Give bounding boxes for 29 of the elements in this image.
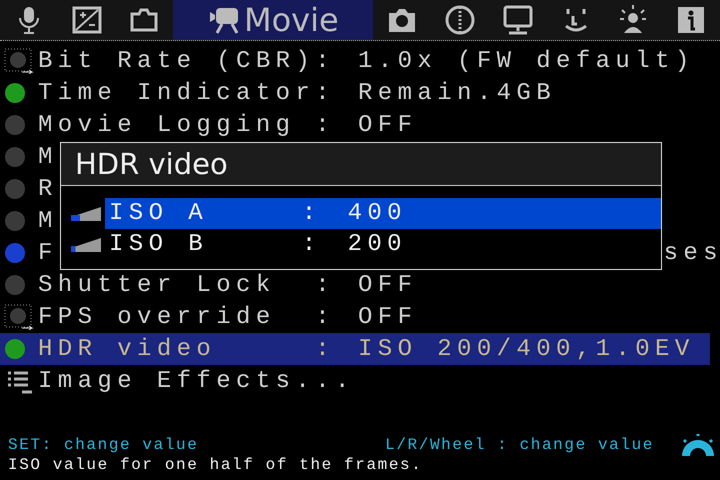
separator-colon: : (302, 200, 322, 227)
menu-label: M (38, 208, 58, 234)
menu-value: OFF (358, 304, 418, 330)
dialog-item-label: ISO A (109, 200, 208, 227)
menu-value: Remain.4GB (358, 80, 556, 106)
menu-value: ISO 200/400,1.0EV (358, 336, 695, 362)
set-hint: SET: change value (8, 436, 198, 454)
menu-label: HDR video : (38, 336, 336, 362)
wheel-hint: L/R/Wheel : change value (385, 436, 654, 454)
menu-value: ses (664, 240, 720, 266)
menu-label: Bit Rate (CBR): (38, 48, 336, 74)
menu-label: R (38, 176, 58, 202)
dialog-title: HDR video (61, 143, 661, 186)
menu-label: Movie Logging : (38, 112, 336, 138)
menu-label: Shutter Lock : (38, 272, 336, 298)
menu-label: Time Indicator: (38, 80, 336, 106)
menu-label: FPS override : (38, 304, 336, 330)
menu-value: OFF (358, 272, 418, 298)
dialog-item-value: 200 (348, 231, 407, 258)
help-text: ISO value for one half of the frames. (8, 456, 424, 474)
menu-label: Image Effects... (38, 368, 355, 394)
menu-label: F (38, 240, 58, 266)
menu-label: M (38, 144, 58, 170)
menu-value: 1.0x (FW default) (358, 48, 695, 74)
separator-colon: : (302, 231, 322, 258)
tab-label: Movie (244, 1, 339, 39)
dialog-item-label: ISO B (109, 231, 208, 258)
dialog-item-value: 400 (348, 200, 407, 227)
menu-value: OFF (358, 112, 418, 138)
